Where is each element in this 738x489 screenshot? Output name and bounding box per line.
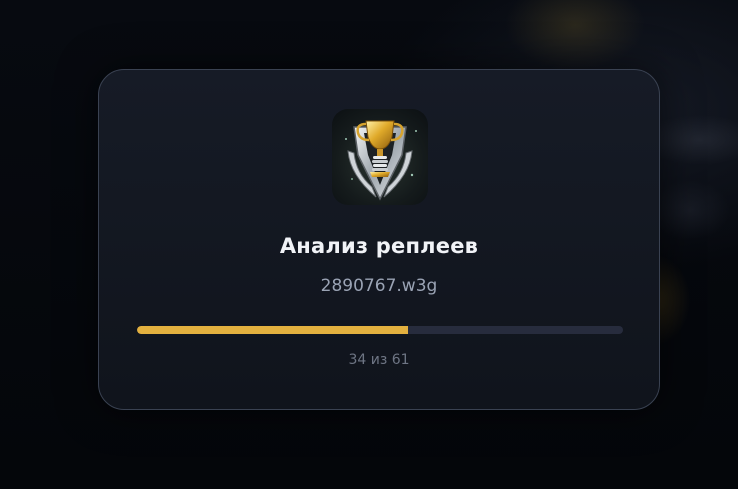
progress-bar — [137, 326, 623, 334]
trophy-shield-icon — [332, 109, 428, 205]
progress-counter: 34 из 61 — [348, 352, 410, 368]
current-file-name: 2890767.w3g — [320, 276, 438, 296]
dialog-title: Анализ реплеев — [279, 234, 479, 258]
replay-analysis-dialog: Анализ реплеев 2890767.w3g 34 из 61 — [98, 69, 660, 410]
progress-bar-fill — [137, 326, 408, 334]
